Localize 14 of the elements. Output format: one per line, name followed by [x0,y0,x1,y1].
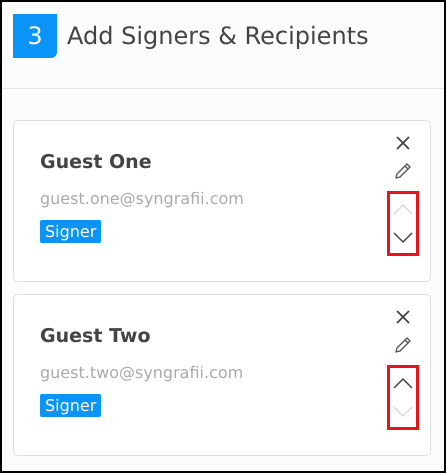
recipient-email: guest.one@syngrafii.com [40,189,244,208]
chevron-down-icon[interactable] [393,232,413,244]
chevron-up-icon[interactable] [393,376,413,389]
recipient-name: Guest One [40,151,152,173]
role-tag: Signer [40,394,102,417]
recipient-email: guest.two@syngrafii.com [40,363,244,382]
pencil-icon[interactable] [393,335,413,355]
close-icon[interactable] [395,309,411,325]
close-icon[interactable] [395,135,411,151]
pencil-icon[interactable] [393,161,413,181]
role-tag: Signer [40,220,102,243]
recipient-name: Guest Two [40,325,150,347]
step-number-badge: 3 [13,14,57,58]
section-title: Add Signers & Recipients [67,21,369,52]
